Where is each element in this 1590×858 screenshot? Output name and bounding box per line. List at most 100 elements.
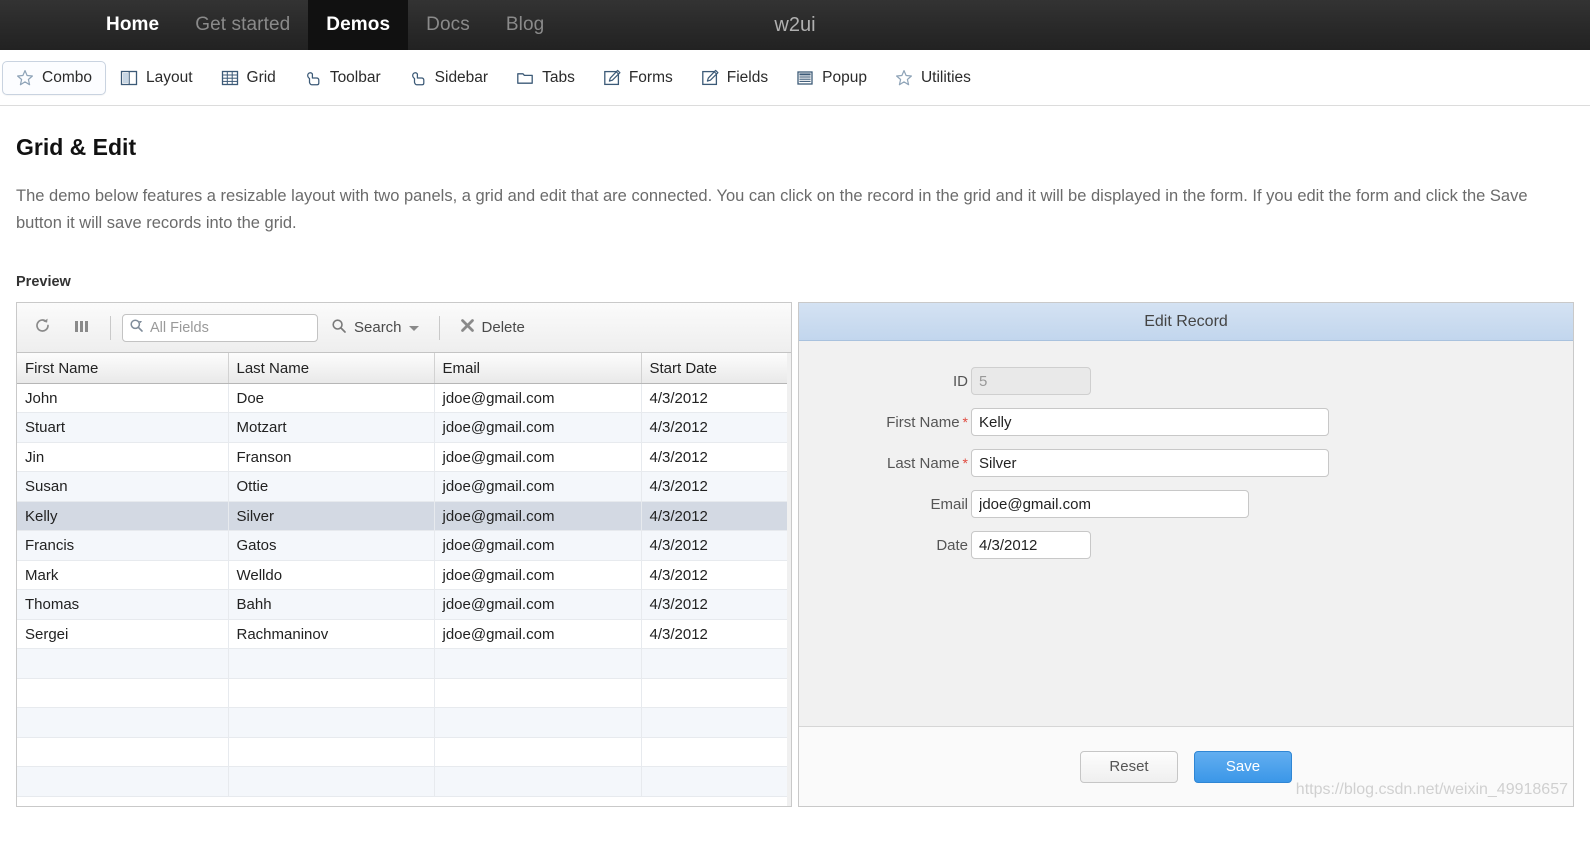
cell-first: Thomas — [17, 589, 229, 620]
table-row[interactable]: Francis Gatos jdoe@gmail.com 4/3/2012 — [17, 530, 791, 561]
save-button[interactable]: Save — [1194, 750, 1292, 783]
grid-vertical-scrollbar[interactable] — [787, 353, 791, 807]
cell-first — [17, 737, 229, 768]
label-email: Email — [930, 495, 968, 513]
tab-sidebar[interactable]: Sidebar — [395, 61, 502, 95]
cell-email — [434, 707, 642, 738]
tab-forms[interactable]: Forms — [589, 61, 687, 95]
column-header-last-name[interactable]: Last Name — [228, 353, 435, 384]
form-row-id: ID — [799, 367, 1573, 396]
table-row[interactable]: Stuart Motzart jdoe@gmail.com 4/3/2012 — [17, 412, 791, 443]
close-icon — [460, 318, 475, 337]
table-row[interactable] — [17, 648, 791, 679]
nav-item-get-started[interactable]: Get started — [177, 0, 308, 50]
edit-form-panel: Edit Record ID First Name* Last Name* Email… — [798, 302, 1574, 808]
cell-date: 4/3/2012 — [641, 589, 791, 620]
layout-icon — [120, 69, 138, 87]
tab-popup[interactable]: Popup — [782, 61, 881, 95]
columns-button[interactable] — [64, 313, 99, 343]
cell-date: 4/3/2012 — [641, 619, 791, 650]
table-row[interactable] — [17, 678, 791, 709]
cell-email: jdoe@gmail.com — [434, 589, 642, 620]
column-header-email[interactable]: Email — [434, 353, 642, 384]
cell-email — [434, 737, 642, 768]
tab-tabs[interactable]: Tabs — [502, 61, 589, 95]
cell-last: Franson — [228, 442, 435, 473]
folder-icon — [516, 69, 534, 87]
grid-icon — [221, 69, 239, 87]
cell-last: Ottie — [228, 471, 435, 502]
input-date[interactable] — [971, 531, 1091, 560]
label-id: ID — [953, 372, 968, 390]
form-row-date: Date — [799, 531, 1573, 560]
table-row[interactable]: Jin Franson jdoe@gmail.com 4/3/2012 — [17, 442, 791, 473]
cell-last: Motzart — [228, 412, 435, 443]
table-row[interactable]: Kelly Silver jdoe@gmail.com 4/3/2012 — [17, 501, 791, 532]
input-last-name[interactable] — [971, 449, 1329, 478]
table-row[interactable]: John Doe jdoe@gmail.com 4/3/2012 — [17, 383, 791, 414]
input-first-name[interactable] — [971, 408, 1329, 437]
cell-date — [641, 737, 791, 768]
top-navigation-bar: Home Get started Demos Docs Blog w2ui — [0, 0, 1590, 50]
search-dropdown-button[interactable]: Search — [322, 313, 428, 343]
records-table: First Name Last Name Email Start Date John D… — [17, 353, 791, 797]
table-row[interactable]: Susan Ottie jdoe@gmail.com 4/3/2012 — [17, 471, 791, 502]
cell-last: Rachmaninov — [228, 619, 435, 650]
demo-category-tabs: Combo Layout Grid Toolbar Sidebar Tabs Forms Fi… — [0, 50, 1590, 106]
reset-button[interactable]: Reset — [1080, 750, 1178, 783]
refresh-button[interactable] — [25, 313, 60, 343]
table-row[interactable]: Sergei Rachmaninov jdoe@gmail.com 4/3/2012 — [17, 619, 791, 650]
nav-item-label: Blog — [505, 14, 545, 35]
nav-item-label: Docs — [426, 14, 470, 35]
cell-last: Bahh — [228, 589, 435, 620]
nav-left-spacer — [0, 0, 88, 50]
tab-grid[interactable]: Grid — [207, 61, 290, 95]
grid-search-box[interactable] — [122, 313, 318, 342]
cell-email — [434, 766, 642, 797]
table-row[interactable]: Thomas Bahh jdoe@gmail.com 4/3/2012 — [17, 589, 791, 620]
delete-button[interactable]: Delete — [451, 313, 534, 343]
toolbar-divider-1 — [110, 315, 111, 340]
table-row[interactable]: Mark Welldo jdoe@gmail.com 4/3/2012 — [17, 560, 791, 591]
nav-item-demos[interactable]: Demos — [308, 0, 409, 50]
tab-utilities[interactable]: Utilities — [881, 61, 985, 95]
tab-label: Fields — [726, 68, 769, 86]
table-row[interactable] — [17, 766, 791, 797]
column-header-first-name[interactable]: First Name — [17, 353, 229, 384]
cell-email: jdoe@gmail.com — [434, 619, 642, 650]
input-id — [971, 367, 1091, 396]
column-header-start-date[interactable]: Start Date — [641, 353, 791, 384]
cell-email: jdoe@gmail.com — [434, 442, 642, 473]
nav-item-docs[interactable]: Docs — [408, 0, 488, 50]
nav-item-label: Home — [106, 14, 160, 35]
cell-date — [641, 648, 791, 679]
cell-last: Welldo — [228, 560, 435, 591]
cell-email: jdoe@gmail.com — [434, 471, 642, 502]
preview-label: Preview — [16, 274, 71, 291]
table-row[interactable] — [17, 707, 791, 738]
star-icon — [16, 69, 34, 87]
cell-last — [228, 766, 435, 797]
cell-date: 4/3/2012 — [641, 442, 791, 473]
tab-fields[interactable]: Fields — [687, 61, 782, 95]
grid-panel: Search Delete — [16, 302, 792, 808]
cell-date — [641, 678, 791, 709]
cell-first: Sergei — [17, 619, 229, 650]
top-nav-items: Home Get started Demos Docs Blog — [88, 0, 562, 50]
cell-date: 4/3/2012 — [641, 530, 791, 561]
cell-email: jdoe@gmail.com — [434, 501, 642, 532]
cell-first: Francis — [17, 530, 229, 561]
table-header-row: First Name Last Name Email Start Date — [17, 353, 791, 384]
hand-icon — [409, 69, 427, 87]
cell-email: jdoe@gmail.com — [434, 530, 642, 561]
input-email[interactable] — [971, 490, 1249, 519]
tab-toolbar[interactable]: Toolbar — [290, 61, 395, 95]
pencil-icon — [701, 69, 719, 87]
tab-combo[interactable]: Combo — [2, 60, 106, 95]
tab-layout[interactable]: Layout — [106, 61, 207, 95]
nav-item-home[interactable]: Home — [88, 0, 177, 50]
nav-item-blog[interactable]: Blog — [488, 0, 562, 50]
search-input[interactable] — [148, 318, 311, 337]
cell-first: Jin — [17, 442, 229, 473]
table-row[interactable] — [17, 737, 791, 768]
